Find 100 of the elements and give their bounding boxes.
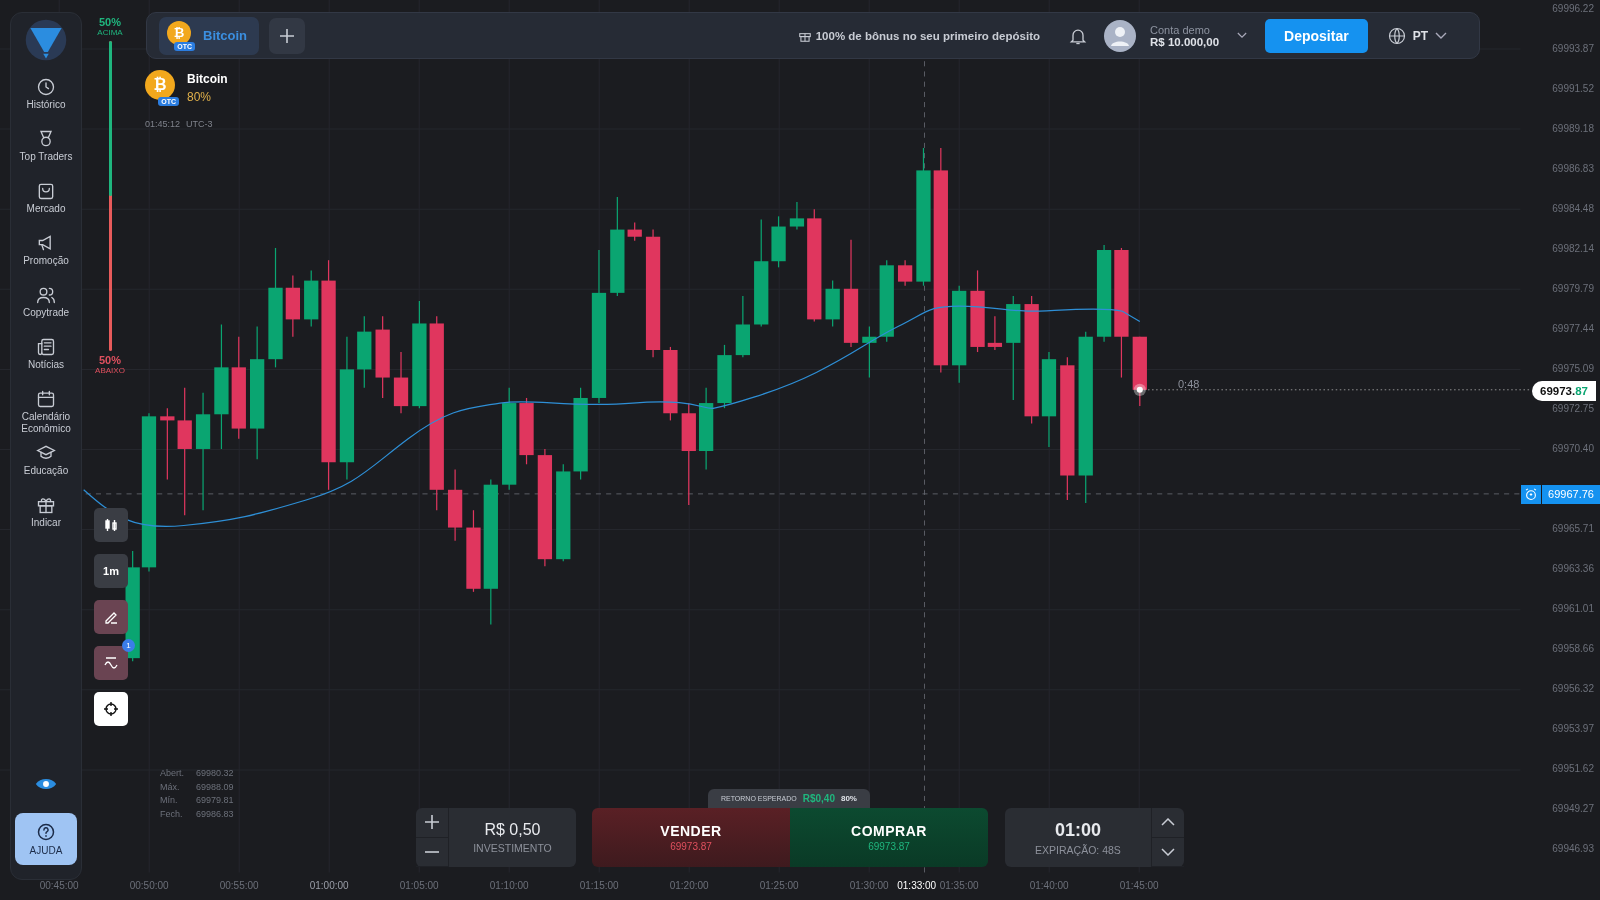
price-label: 69993.87	[1552, 42, 1594, 56]
candle-countdown: 0:48	[1178, 378, 1200, 390]
price-label: 69984.48	[1552, 202, 1594, 216]
payout-percent: 80%	[187, 90, 213, 104]
price-label: 69991.52	[1552, 82, 1594, 96]
chevron-down-icon	[1435, 31, 1447, 40]
sidebar-item[interactable]: Educação	[11, 439, 81, 491]
candle	[285, 274, 300, 338]
candle	[735, 295, 750, 358]
sidebar-item[interactable]: Histórico	[11, 73, 81, 125]
sidebar-item[interactable]: Notícias	[11, 333, 81, 385]
price-label: 69989.18	[1552, 122, 1594, 136]
price-label: 69972.75	[1552, 402, 1594, 416]
expiry-time[interactable]: 01:00	[1054, 819, 1101, 841]
candle	[897, 259, 913, 287]
candle	[393, 351, 409, 414]
price-label: 69965.71	[1552, 522, 1594, 536]
sidebar-item[interactable]: Mercado	[11, 177, 81, 229]
avatar-icon[interactable]	[1104, 19, 1136, 52]
price-label: 69975.09	[1552, 362, 1594, 376]
ohlc-value: 69980.32	[196, 767, 234, 780]
up-label: ACIMA	[97, 28, 123, 37]
price-label: 69970.40	[1552, 442, 1594, 456]
sidebar-item[interactable]: Calendário Econômico	[11, 385, 81, 439]
candle	[771, 215, 786, 268]
ohlc-label: Abert.	[160, 767, 185, 780]
bitcoin-icon: ₿	[145, 70, 175, 100]
price-label: 69979.79	[1552, 282, 1594, 296]
sidebar-item[interactable]: Copytrade	[11, 281, 81, 333]
draw-tool-button[interactable]	[94, 600, 128, 634]
price-label: 69961.01	[1552, 602, 1594, 616]
ohlc-label: Máx.	[160, 780, 181, 794]
expected-return-amount: R$0,40	[802, 793, 835, 804]
interval-button[interactable]: 1m	[94, 554, 128, 588]
indicator-tool-button[interactable]	[94, 646, 128, 680]
account-type: Conta demo	[1150, 23, 1211, 36]
expected-return-percent: 80%	[840, 794, 857, 803]
price-label: 69949.27	[1552, 802, 1594, 816]
globe-icon	[1387, 26, 1406, 45]
candle	[862, 325, 877, 379]
chevron-up-icon	[1161, 818, 1175, 827]
price-label: 69986.83	[1552, 162, 1594, 176]
price-label: 69958.66	[1552, 642, 1594, 656]
help-button[interactable]: AJUDA	[15, 813, 77, 865]
candle	[789, 201, 805, 231]
time-label: 01:30:00	[849, 880, 889, 891]
candles-tool-button[interactable]	[94, 508, 128, 542]
crosshair-tool-button[interactable]	[94, 692, 128, 726]
investment-amount[interactable]: R$ 0,50	[484, 821, 541, 839]
alarm-add-icon[interactable]	[1521, 485, 1542, 504]
language-selector[interactable]: PT	[1381, 25, 1453, 46]
current-price-tag: 69973.87	[1532, 381, 1596, 401]
candle	[825, 280, 840, 328]
crosshair-icon	[103, 701, 119, 717]
chevron-down-icon[interactable]	[1237, 32, 1248, 39]
price-label: 69982.14	[1552, 242, 1594, 256]
newspaper-icon	[36, 337, 56, 357]
wave-icon	[103, 655, 119, 671]
calendar-icon	[36, 389, 56, 409]
time-label: 01:45:00	[1119, 880, 1159, 891]
time-label: 01:20:00	[669, 880, 709, 891]
buy-button[interactable]: COMPRAR 69973.87	[790, 808, 988, 867]
sell-button[interactable]: VENDER 69973.87	[592, 808, 790, 867]
sidebar-item[interactable]: Promoção	[11, 229, 81, 281]
time-label: 01:10:00	[489, 880, 529, 891]
candle	[1132, 336, 1147, 407]
price-label: 69953.97	[1552, 722, 1594, 736]
plus-icon	[279, 27, 296, 44]
time-label: 00:50:00	[129, 880, 169, 891]
time-label: 01:35:00	[939, 880, 979, 891]
price-label: 69946.93	[1552, 842, 1594, 856]
bonus-link[interactable]: 100% de bônus no seu primeiro depósito	[815, 29, 1040, 42]
sidebar-item[interactable]: Top Traders	[11, 125, 81, 177]
ohlc-label: Fech.	[160, 808, 184, 821]
account-balance: R$ 10.000,00	[1150, 35, 1220, 48]
price-label: 69963.36	[1552, 562, 1594, 576]
alert-price: 69967.76	[1542, 485, 1600, 504]
down-percent: 50%	[99, 354, 121, 366]
candle	[304, 269, 319, 328]
eye-icon[interactable]	[35, 777, 57, 791]
ohlc-value: 69988.09	[196, 780, 234, 794]
sidebar-item[interactable]: Indicar	[11, 491, 81, 543]
price-label: 69996.22	[1552, 2, 1594, 16]
timezone: UTC-3	[186, 119, 213, 129]
bag-icon	[36, 181, 56, 201]
candle	[987, 315, 1003, 351]
add-button[interactable]	[269, 17, 306, 54]
price-label: 69977.44	[1552, 322, 1594, 336]
current-price-dot	[1133, 383, 1146, 396]
ohlc-label: Mín.	[160, 794, 179, 808]
ohlc-value: 69986.83	[196, 808, 234, 821]
expiry-label: EXPIRAÇÃO: 48S	[1035, 843, 1121, 856]
help-icon	[36, 822, 56, 842]
clock-icon	[36, 77, 56, 97]
time-label: 01:33:00	[897, 880, 937, 891]
candle	[627, 221, 642, 242]
plus-icon	[425, 815, 439, 830]
logo-icon[interactable]	[23, 17, 69, 63]
time-label: 01:05:00	[399, 880, 439, 891]
gift-icon	[36, 495, 56, 515]
